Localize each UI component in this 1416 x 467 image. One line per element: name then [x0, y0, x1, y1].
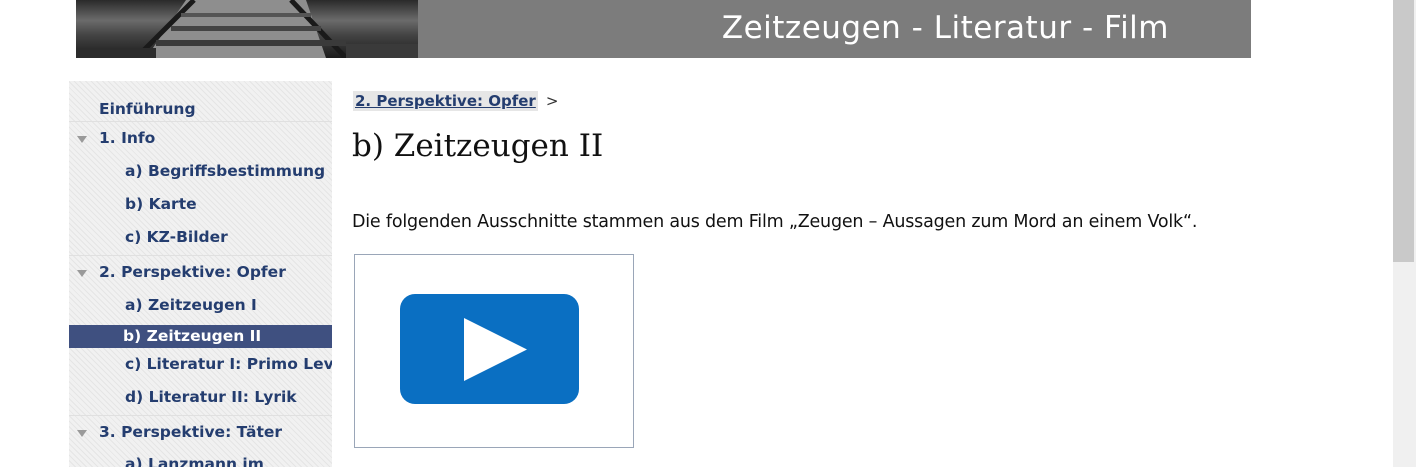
sidebar-item-label: 1. Info	[99, 129, 156, 147]
sidebar-nav: Einführung 1. Info a) Begriffsbestimmung…	[69, 81, 332, 467]
sidebar-item-label: 3. Perspektive: Täter	[99, 423, 283, 441]
sidebar-item-zeitzeugen-1[interactable]: a) Zeitzeugen I	[69, 289, 332, 322]
play-icon	[464, 318, 527, 381]
breadcrumb: 2. Perspektive: Opfer >	[353, 91, 559, 114]
expand-triangle-icon[interactable]	[77, 430, 87, 437]
expand-triangle-icon[interactable]	[77, 136, 87, 143]
sidebar-item-label: c) Literatur I: Primo Levi	[125, 355, 332, 373]
video-player[interactable]	[354, 254, 634, 448]
sidebar-item-kz-bilder[interactable]: c) KZ-Bilder	[69, 221, 332, 254]
page-title: b) Zeitzeugen II	[352, 128, 604, 164]
sidebar-item-info[interactable]: 1. Info	[69, 121, 332, 154]
sidebar-item-primo-levi[interactable]: c) Literatur I: Primo Levi	[69, 348, 332, 381]
sidebar-item-label: Einführung	[99, 100, 196, 118]
sidebar-item-zeitzeugen-2[interactable]: b) Zeitzeugen II	[69, 325, 332, 348]
sidebar-item-label: a) Lanzmann im	[125, 455, 264, 467]
sidebar-item-label: 2. Perspektive: Opfer	[99, 263, 286, 281]
scrollbar-thumb[interactable]	[1393, 0, 1414, 262]
railway-tracks-photo	[76, 0, 418, 58]
intro-text: Die folgenden Ausschnitte stammen aus de…	[352, 212, 1198, 232]
breadcrumb-link[interactable]: 2. Perspektive: Opfer	[353, 91, 538, 111]
sidebar-item-label: a) Zeitzeugen I	[125, 296, 257, 314]
sidebar-item-begriffsbestimmung[interactable]: a) Begriffsbestimmung	[69, 155, 332, 188]
vertical-scrollbar[interactable]	[1393, 0, 1416, 467]
header-banner: Zeitzeugen - Literatur - Film	[76, 0, 1251, 58]
site-title: Zeitzeugen - Literatur - Film	[721, 10, 1169, 46]
sidebar-item-label: c) KZ-Bilder	[125, 228, 228, 246]
sidebar-item-lanzmann[interactable]: a) Lanzmann im	[69, 448, 332, 467]
breadcrumb-separator: >	[545, 92, 559, 110]
sidebar-item-label: a) Begriffsbestimmung	[125, 162, 326, 180]
sidebar-item-label: b) Zeitzeugen II	[123, 327, 262, 345]
sidebar-item-karte[interactable]: b) Karte	[69, 188, 332, 221]
play-button[interactable]	[400, 294, 579, 404]
sidebar-item-perspektive-taeter[interactable]: 3. Perspektive: Täter	[69, 415, 332, 448]
sidebar-item-label: b) Karte	[125, 195, 197, 213]
sidebar-item-label: d) Literatur II: Lyrik	[125, 388, 297, 406]
sidebar-item-perspektive-opfer[interactable]: 2. Perspektive: Opfer	[69, 255, 332, 288]
expand-triangle-icon[interactable]	[77, 270, 87, 277]
sidebar-item-lyrik[interactable]: d) Literatur II: Lyrik	[69, 381, 332, 414]
